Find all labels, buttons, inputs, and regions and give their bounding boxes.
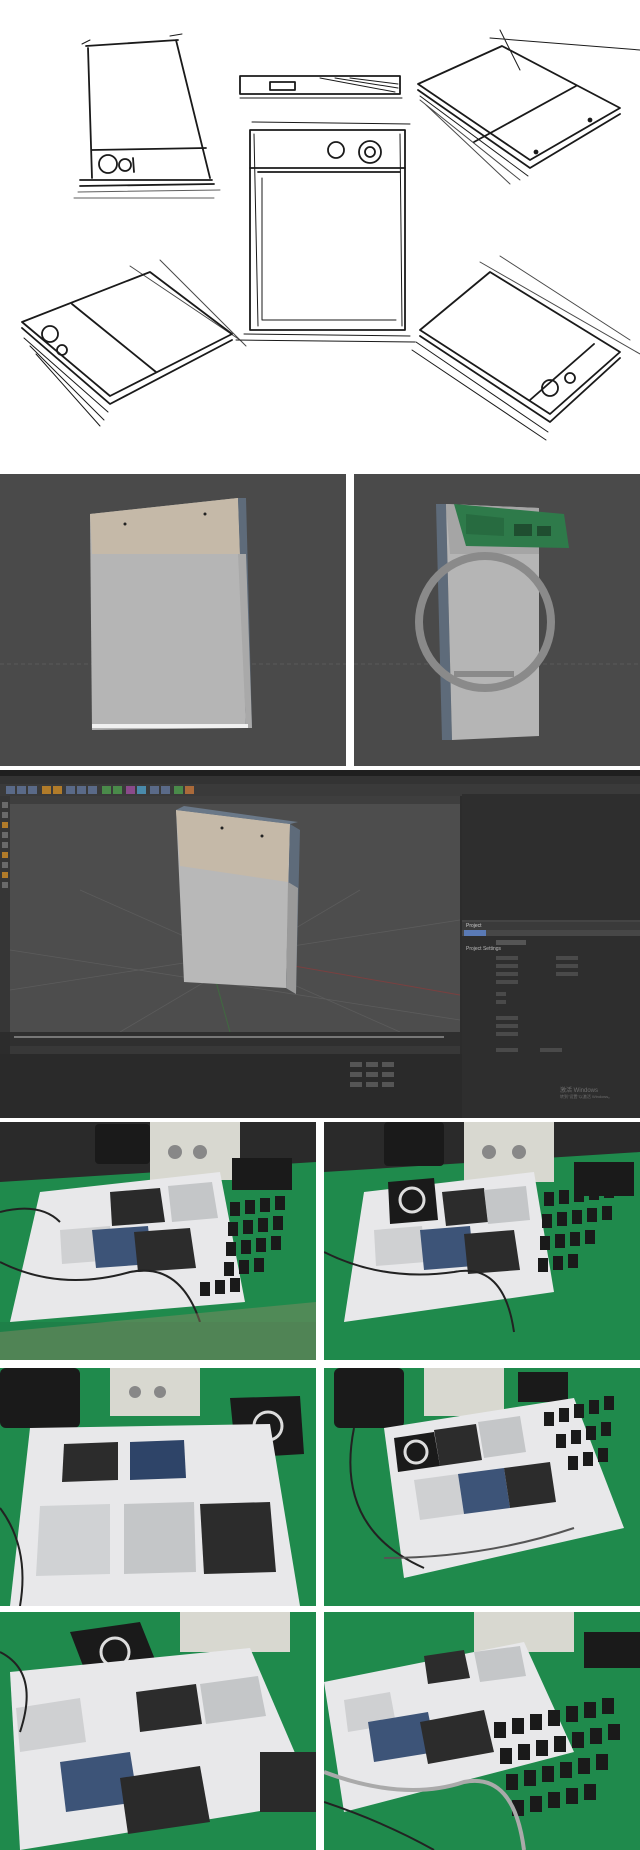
photo-5 bbox=[0, 1612, 316, 1850]
watermark-line-2: 转到"设置"以激活 Windows。 bbox=[560, 1094, 613, 1099]
sketch-view-6 bbox=[411, 255, 640, 441]
photo-4 bbox=[324, 1368, 640, 1606]
cad-project-settings-label: Project Settings bbox=[466, 946, 502, 952]
sketch-view-3 bbox=[417, 29, 640, 185]
cad-panel-title: Project bbox=[466, 923, 482, 929]
photo-2 bbox=[324, 1122, 640, 1360]
sketch-view-1 bbox=[73, 33, 221, 199]
photo-grid bbox=[0, 1122, 640, 1850]
render-internal-view bbox=[354, 474, 640, 766]
sketch-panel bbox=[0, 0, 640, 470]
windows-activation-watermark: 激活 Windows 转到"设置"以激活 Windows。 bbox=[560, 1088, 612, 1100]
sketch-view-2 bbox=[239, 75, 403, 99]
sketch-view-4 bbox=[235, 121, 416, 343]
photo-1 bbox=[0, 1122, 316, 1360]
sketch-view-5 bbox=[21, 259, 247, 427]
photo-3 bbox=[0, 1368, 316, 1606]
cad-screenshot: Project Project Settings 激活 Windows 转到"设… bbox=[0, 770, 640, 1118]
photo-6 bbox=[324, 1612, 640, 1850]
render-front-view bbox=[0, 474, 346, 766]
render-panel bbox=[0, 470, 640, 766]
cad-window bbox=[0, 770, 640, 1118]
product-sketches bbox=[21, 29, 640, 441]
